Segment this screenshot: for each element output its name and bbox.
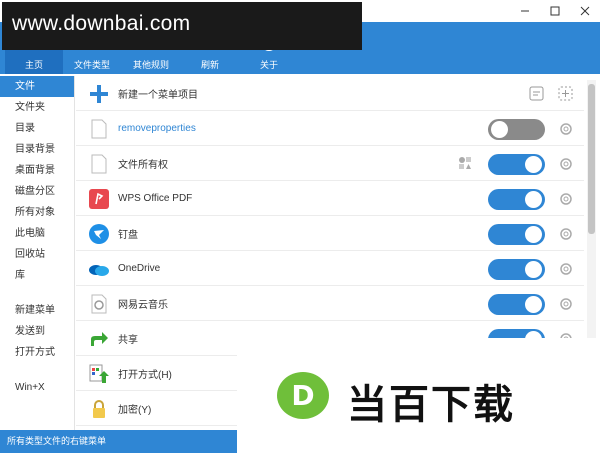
document-icon (88, 118, 110, 140)
new-item-row[interactable]: 新建一个菜单项目 (76, 76, 584, 111)
list-item[interactable]: WPS Office PDF (76, 181, 584, 216)
maximize-icon (550, 6, 560, 16)
onedrive-cloud-icon (88, 258, 110, 280)
sidebar-item-new-menu[interactable]: 新建菜单 (0, 300, 74, 321)
document-icon (88, 153, 110, 175)
sidebar-item-all-objects[interactable]: 所有对象 (0, 202, 74, 223)
list-item[interactable]: 网易云音乐 (76, 286, 584, 321)
list-item-label: 加密(Y) (118, 404, 152, 416)
list-item-label: 打开方式(H) (118, 369, 172, 381)
plus-icon (88, 83, 110, 105)
add-separator-icon[interactable] (557, 85, 575, 103)
enable-toggle[interactable] (488, 119, 545, 140)
sidebar-item-open-with[interactable]: 打开方式 (0, 342, 74, 363)
sidebar-item-drive[interactable]: 磁盘分区 (0, 181, 74, 202)
window-controls (510, 0, 600, 22)
toolbar-home-label: 主页 (24, 60, 43, 70)
toolbar-about-label: 关于 (259, 60, 278, 70)
list-item-label: 钉盘 (118, 229, 138, 241)
lock-icon (88, 398, 110, 420)
list-item-label: WPS Office PDF (118, 192, 193, 204)
sidebar-item-library[interactable]: 库 (0, 265, 74, 286)
open-with-icon (88, 363, 110, 385)
toolbar-other-rules-label: 其他规则 (132, 60, 169, 70)
close-button[interactable] (570, 0, 600, 22)
enable-toggle[interactable] (488, 294, 545, 315)
gear-icon[interactable] (558, 121, 574, 137)
enable-toggle[interactable] (488, 259, 545, 280)
list-item-label: 共享 (118, 334, 138, 346)
maximize-button[interactable] (540, 0, 570, 22)
gear-icon[interactable] (558, 191, 574, 207)
watermark-banner: www.downbai.com (2, 2, 362, 50)
list-item[interactable]: removeproperties (76, 111, 584, 146)
sidebar-item-send-to[interactable]: 发送到 (0, 321, 74, 342)
share-arrow-icon (88, 328, 110, 350)
new-item-label: 新建一个菜单项目 (118, 89, 198, 101)
gear-icon[interactable] (558, 156, 574, 172)
sidebar-item-directory[interactable]: 目录 (0, 118, 74, 139)
add-from-file-icon[interactable] (528, 85, 546, 103)
sidebar-item-winx[interactable]: Win+X (0, 377, 74, 398)
scrollbar-thumb[interactable] (588, 84, 595, 234)
toolbar-refresh-label: 刷新 (200, 60, 219, 70)
logo-text: 当百下载 (347, 382, 515, 428)
sidebar-item-this-pc[interactable]: 此电脑 (0, 223, 74, 244)
enable-toggle[interactable] (488, 224, 545, 245)
minimize-button[interactable] (510, 0, 540, 22)
enable-toggle[interactable] (488, 154, 545, 175)
sidebar-item-folder[interactable]: 文件夹 (0, 97, 74, 118)
list-item[interactable]: 文件所有权 (76, 146, 584, 181)
logo-d-icon: D (277, 372, 329, 419)
list-item[interactable]: OneDrive (76, 251, 584, 286)
wps-pdf-icon (88, 188, 110, 210)
netease-music-icon (88, 293, 110, 315)
sidebar-item-file[interactable]: 文件 (0, 76, 74, 97)
dingtalk-icon (88, 223, 110, 245)
enable-toggle[interactable] (488, 189, 545, 210)
sidebar-item-directory-background[interactable]: 目录背景 (0, 139, 74, 160)
toolbar-file-types-label: 文件类型 (73, 60, 110, 70)
sidebar: 文件 文件夹 目录 目录背景 桌面背景 磁盘分区 所有对象 此电脑 回收站 库 … (0, 76, 75, 430)
list-item-label: removeproperties (118, 122, 196, 134)
list-item-label: 文件所有权 (118, 159, 168, 171)
sidebar-item-desktop-background[interactable]: 桌面背景 (0, 160, 74, 181)
gear-icon[interactable] (558, 261, 574, 277)
list-item-label: OneDrive (118, 262, 161, 274)
list-item-label: 网易云音乐 (118, 299, 168, 311)
shapes-icon (459, 157, 471, 169)
sidebar-item-recycle-bin[interactable]: 回收站 (0, 244, 74, 265)
logo-watermark: D 当百下载 (237, 338, 600, 453)
logo-letter: D (291, 379, 314, 412)
minimize-icon (521, 10, 529, 12)
gear-icon[interactable] (558, 296, 574, 312)
close-icon (580, 6, 590, 16)
list-item[interactable]: 钉盘 (76, 216, 584, 251)
gear-icon[interactable] (558, 226, 574, 242)
